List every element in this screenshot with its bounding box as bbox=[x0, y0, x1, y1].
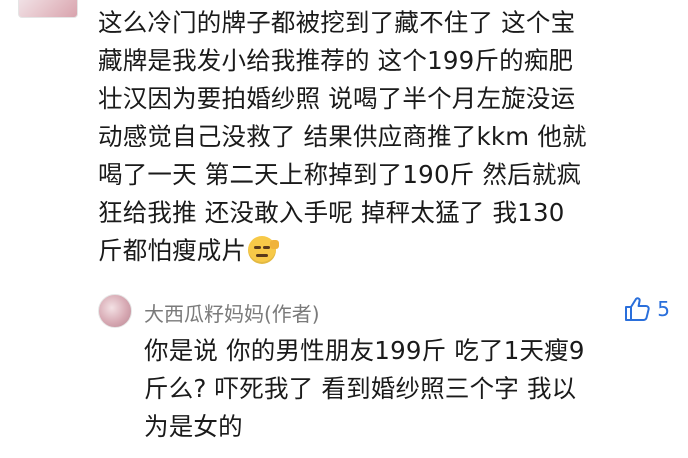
reply-line: 你是说 你的男性朋友199斤 吃了1天瘦9 bbox=[144, 336, 585, 365]
reply-line: 为是女的 bbox=[144, 412, 243, 441]
like-count: 5 bbox=[657, 297, 670, 321]
comment-line-last: 斤都怕瘦成片 bbox=[98, 232, 678, 270]
comment-line: 喝了一天 第二天上称掉到了190斤 然后就疯 bbox=[98, 160, 582, 189]
thumbs-up-icon bbox=[625, 297, 650, 321]
reply-author-name[interactable]: 大西瓜籽妈妈(作者) bbox=[144, 298, 320, 327]
reply-body: 你是说 你的男性朋友199斤 吃了1天瘦9 斤么? 吓死我了 看到婚纱照三个字 … bbox=[144, 332, 674, 446]
comment-line: 斤都怕瘦成片 bbox=[98, 236, 247, 265]
comment-line: 动感觉自己没救了 结果供应商推了kkm 他就 bbox=[98, 122, 587, 151]
comment-line: 藏牌是我发小给我推荐的 这个199斤的痴肥 bbox=[98, 46, 574, 75]
comment-line: 壮汉因为要拍婚纱照 说喝了半个月左旋没运 bbox=[98, 84, 576, 113]
flushed-emoji-icon bbox=[248, 236, 280, 264]
comment-line: 狂给我推 还没敢入手呢 掉秤太猛了 我130 bbox=[98, 198, 565, 227]
reply-line: 斤么? 吓死我了 看到婚纱照三个字 我以 bbox=[144, 374, 577, 403]
comment-body: 这么冷门的牌子都被挖到了藏不住了 这个宝 藏牌是我发小给我推荐的 这个199斤的… bbox=[98, 4, 678, 270]
like-button[interactable]: 5 bbox=[623, 296, 670, 322]
reply-author-avatar[interactable] bbox=[98, 294, 132, 328]
comment-line: 这么冷门的牌子都被挖到了藏不住了 这个宝 bbox=[98, 8, 576, 37]
commenter-avatar[interactable] bbox=[18, 0, 78, 18]
